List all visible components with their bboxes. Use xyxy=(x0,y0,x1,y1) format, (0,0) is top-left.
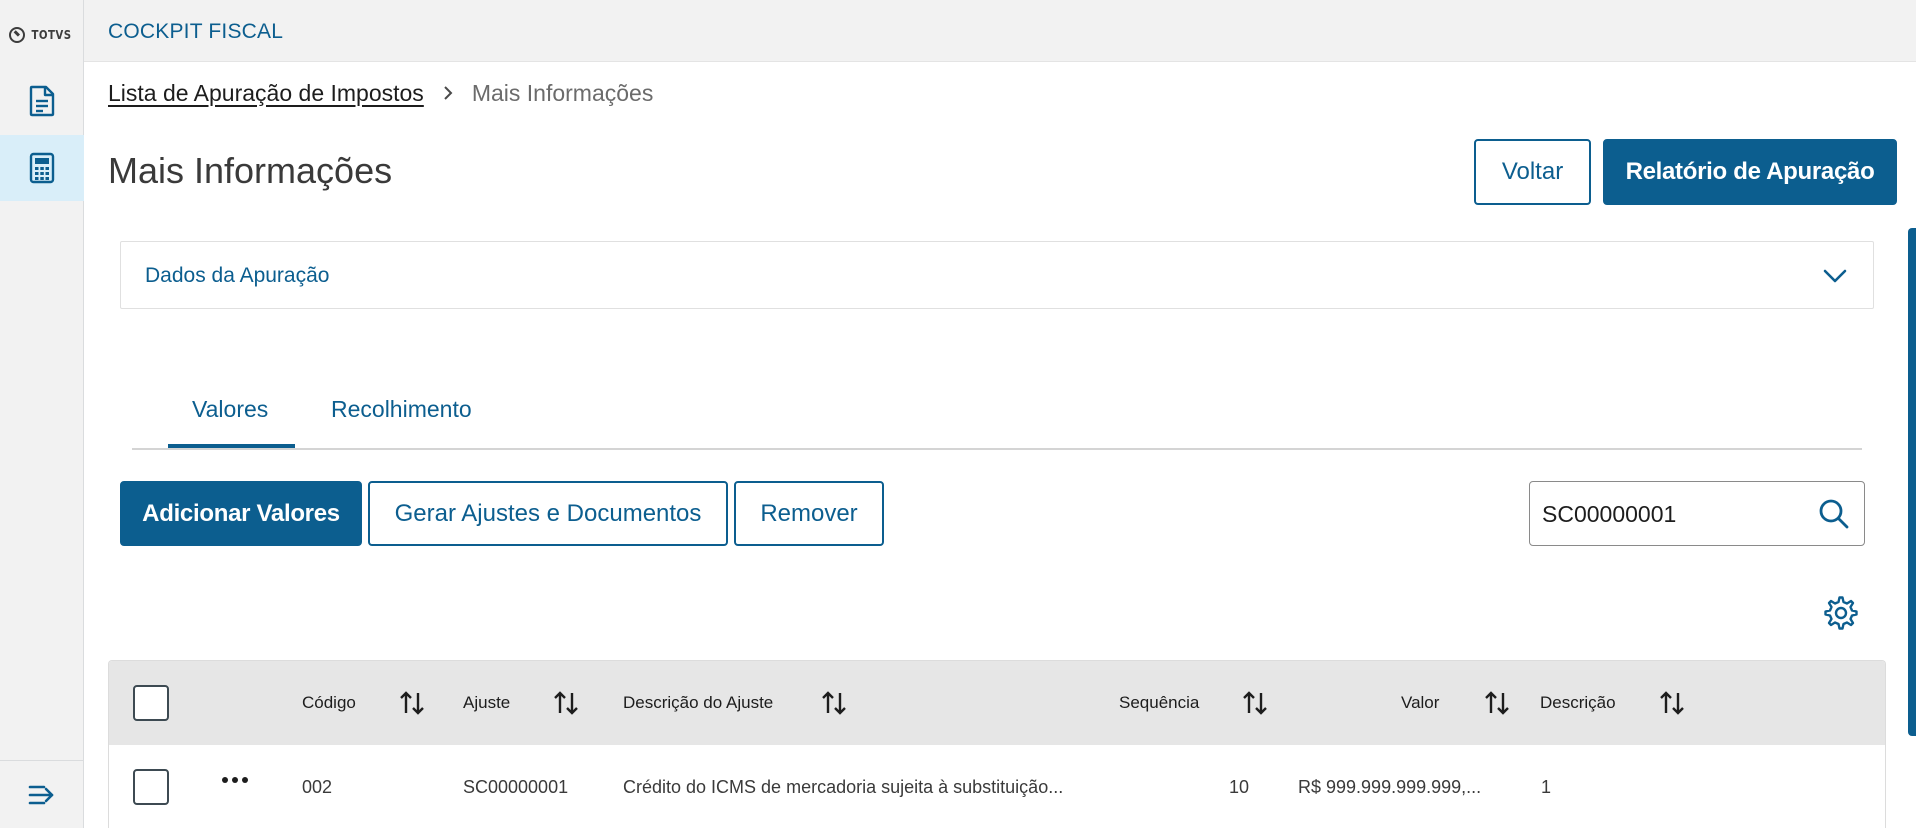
logo-text: TOTVS xyxy=(31,28,72,42)
cell-sequencia: 10 xyxy=(1229,777,1250,797)
column-header-ajuste[interactable]: Ajuste xyxy=(463,693,510,713)
generate-adjustments-button[interactable]: Gerar Ajustes e Documentos xyxy=(368,481,728,546)
add-values-button[interactable]: Adicionar Valores xyxy=(120,481,362,546)
report-button[interactable]: Relatório de Apuração xyxy=(1603,139,1897,205)
document-icon xyxy=(29,85,55,117)
cell-codigo: 002 xyxy=(302,777,333,797)
column-header-codigo[interactable]: Código xyxy=(302,693,356,713)
cell-ajuste: SC00000001 xyxy=(463,777,569,797)
sort-icon[interactable] xyxy=(1659,689,1685,717)
sidebar-item-calculator[interactable] xyxy=(0,135,84,201)
search-icon[interactable] xyxy=(1818,498,1850,530)
select-all-checkbox[interactable] xyxy=(133,685,169,721)
column-header-descricao-ajuste[interactable]: Descrição do Ajuste xyxy=(623,693,773,713)
chevron-right-icon xyxy=(442,81,454,107)
sort-icon[interactable] xyxy=(399,689,425,717)
remove-button[interactable]: Remover xyxy=(734,481,884,546)
search-box xyxy=(1529,481,1865,546)
values-table: Código Ajuste Descrição do Ajuste Sequên… xyxy=(108,660,1886,828)
active-tab-indicator xyxy=(168,444,295,448)
cell-valor: R$ 999.999.999.999,... xyxy=(1298,777,1482,797)
row-checkbox[interactable] xyxy=(133,769,169,805)
scrollbar[interactable] xyxy=(1908,228,1916,736)
app-title: COCKPIT FISCAL xyxy=(108,20,284,43)
sidebar-item-documents[interactable] xyxy=(0,68,84,134)
sort-icon[interactable] xyxy=(1484,689,1510,717)
sidebar-collapse-button[interactable] xyxy=(0,760,84,828)
column-header-descricao[interactable]: Descrição xyxy=(1540,693,1616,713)
tab-valores[interactable]: Valores xyxy=(192,396,268,423)
tabs: Valores Recolhimento xyxy=(132,380,1862,450)
sidebar: TOTVS xyxy=(0,0,84,828)
tab-recolhimento[interactable]: Recolhimento xyxy=(331,396,472,423)
menu-collapse-icon xyxy=(28,785,54,804)
column-header-sequencia[interactable]: Sequência xyxy=(1119,693,1199,713)
sort-icon[interactable] xyxy=(821,689,847,717)
calculator-icon xyxy=(29,152,55,184)
back-button[interactable]: Voltar xyxy=(1474,139,1591,205)
top-bar: COCKPIT FISCAL xyxy=(84,0,1916,62)
search-input[interactable] xyxy=(1542,496,1812,532)
chevron-down-icon xyxy=(1823,269,1847,283)
cell-descricao: 1 xyxy=(1541,777,1552,797)
more-actions-icon[interactable] xyxy=(222,777,248,783)
breadcrumb: Lista de Apuração de Impostos Mais Infor… xyxy=(108,80,653,107)
sort-icon[interactable] xyxy=(1242,689,1268,717)
page-title: Mais Informações xyxy=(108,150,393,191)
totvs-logo[interactable]: TOTVS xyxy=(0,0,84,70)
accordion-dados-apuracao[interactable]: Dados da Apuração xyxy=(120,241,1874,309)
column-header-valor[interactable]: Valor xyxy=(1401,693,1439,713)
table-row[interactable]: 002 SC00000001 Crédito do ICMS de mercad… xyxy=(109,745,1885,828)
breadcrumb-link-list[interactable]: Lista de Apuração de Impostos xyxy=(108,80,424,107)
totvs-logo-icon xyxy=(8,27,25,43)
cell-descricao-ajuste: Crédito do ICMS de mercadoria sujeita à … xyxy=(623,777,1064,797)
sort-icon[interactable] xyxy=(553,689,579,717)
gear-icon[interactable] xyxy=(1824,596,1858,630)
breadcrumb-current: Mais Informações xyxy=(471,80,654,106)
table-header: Código Ajuste Descrição do Ajuste Sequên… xyxy=(109,661,1885,745)
accordion-label: Dados da Apuração xyxy=(145,264,330,287)
